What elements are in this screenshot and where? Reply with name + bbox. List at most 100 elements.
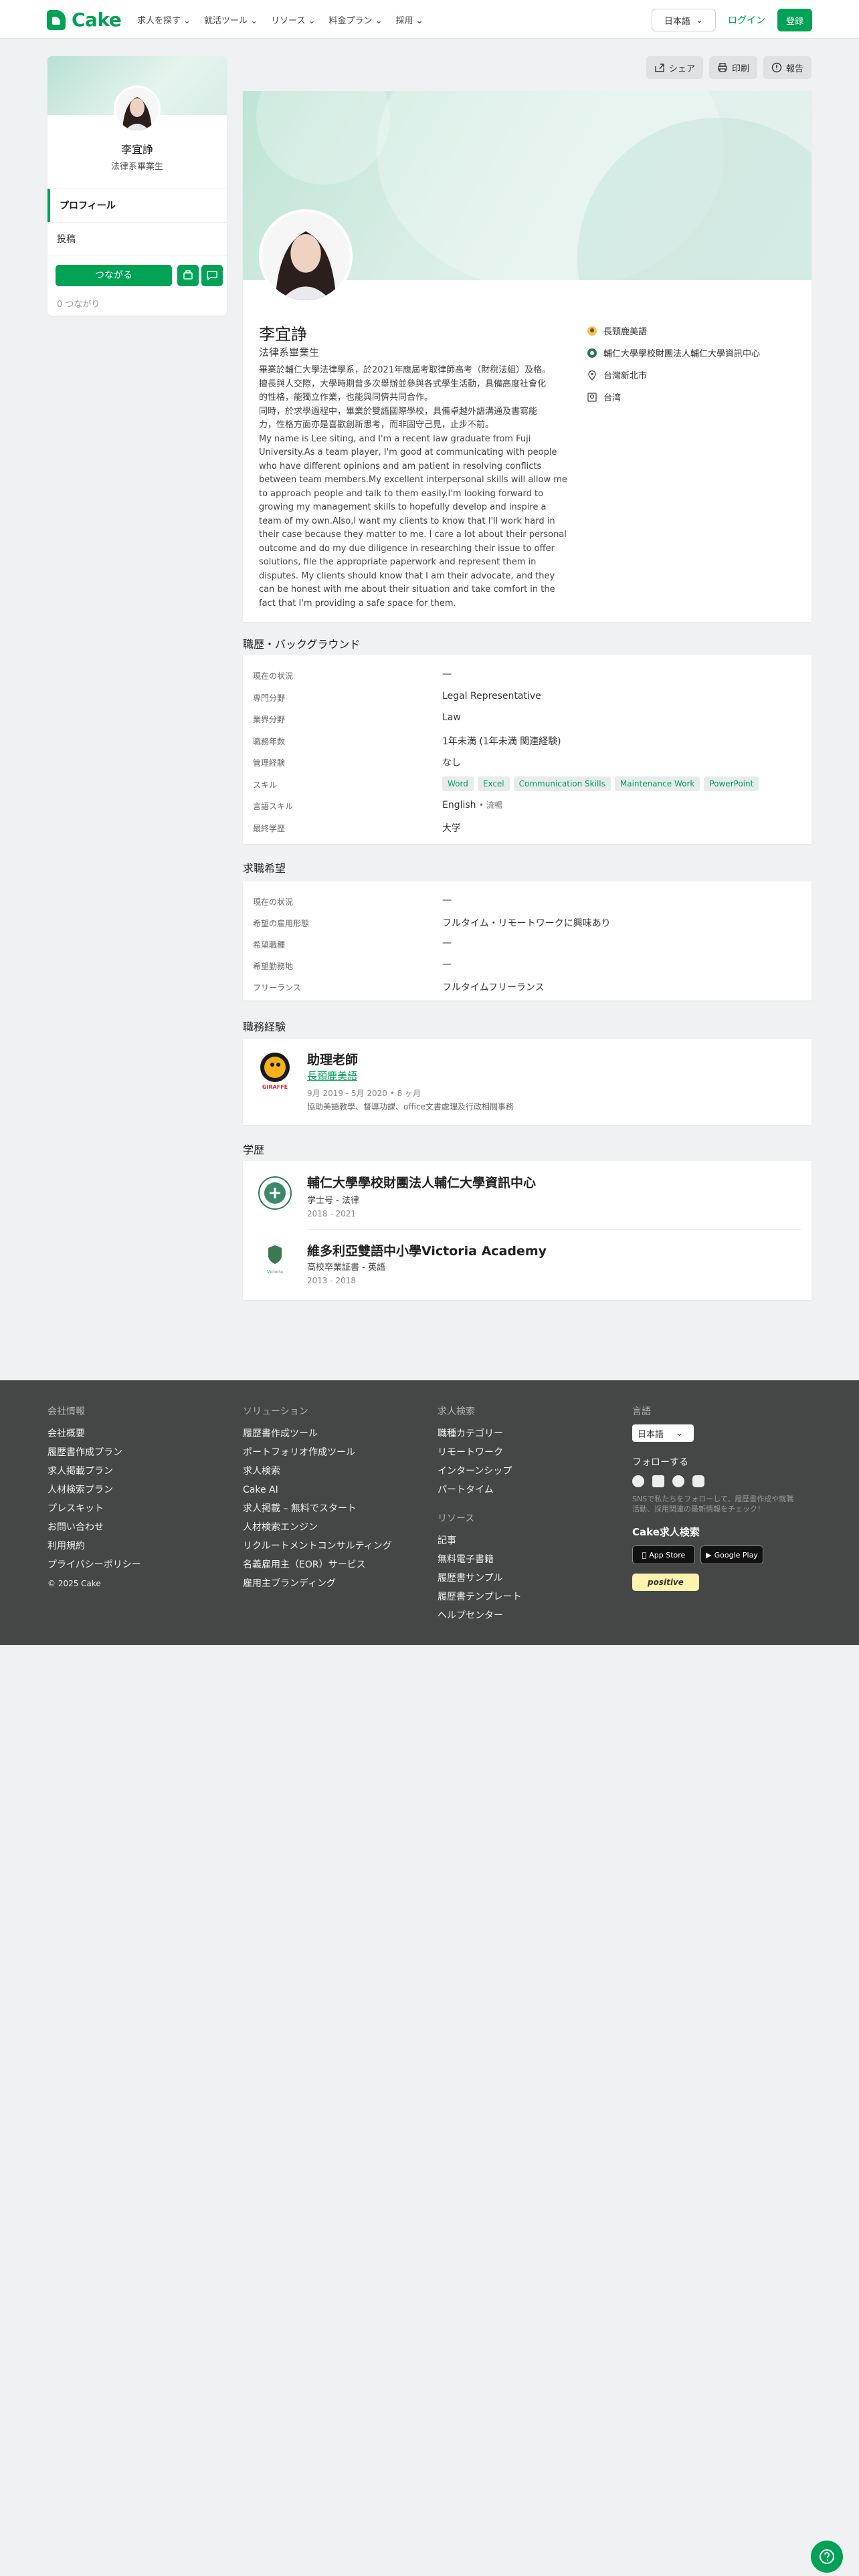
google-play-button[interactable]: ▶ Google Play <box>700 1545 763 1564</box>
skill-tag: Maintenance Work <box>614 776 700 791</box>
bio-line: to approach people and talk to them easi… <box>259 488 544 499</box>
linkedin-icon[interactable] <box>652 1475 664 1487</box>
report-button[interactable]: 報告 <box>763 56 812 79</box>
bio-line: can be honest with me about their situat… <box>259 584 555 595</box>
app-store-button[interactable]: App Store <box>632 1545 695 1564</box>
field-value: Legal Representative <box>442 690 541 702</box>
message-button[interactable] <box>201 265 223 286</box>
passport-icon <box>587 392 597 402</box>
profile-card: 李宜諍 法律系畢業生 畢業於輔仁大學法律學系，於2021年應屆考取律師高考（財稅… <box>243 91 812 622</box>
field-label: 最終学歴 <box>253 823 286 833</box>
copyright: © 2025 Cake <box>47 1579 101 1588</box>
cake-logo[interactable]: Cake <box>47 9 122 31</box>
company-logo: GIRAFFE <box>258 1051 292 1093</box>
divider <box>307 1229 801 1230</box>
help-button[interactable] <box>811 2541 843 2573</box>
menu-resources[interactable]: リソース ⌄ <box>271 13 315 26</box>
footer-link[interactable]: 無料電子書籍 <box>438 1550 522 1569</box>
field-label: 管理経験 <box>253 758 286 768</box>
footer-link[interactable]: 求人掲載プラン <box>47 1462 141 1481</box>
footer-link[interactable]: お問い合わせ <box>47 1518 141 1537</box>
footer-heading: リソース <box>438 1513 475 1524</box>
footer-link[interactable]: プレスキット <box>47 1499 141 1518</box>
play-icon: ▶ <box>706 1550 712 1560</box>
tab-posts[interactable]: 投稿 <box>47 222 227 255</box>
bio-line: My name is Lee siting, and I'm a recent … <box>259 433 531 444</box>
svg-text:Victoria: Victoria <box>266 1270 283 1275</box>
field-value: フルタイムフリーランス <box>442 982 545 993</box>
footer-link[interactable]: ヘルプセンター <box>438 1606 522 1625</box>
job-title: 助理老師 <box>307 1053 359 1067</box>
briefcase-button[interactable] <box>177 265 199 286</box>
field-value: — <box>442 895 452 905</box>
footer-link[interactable]: 履歴書作成ツール <box>243 1424 392 1443</box>
field-value: なし <box>442 758 461 768</box>
job-dates: 9月 2019 - 5月 2020 • 8 ヶ月 <box>307 1089 421 1098</box>
top-nav: Cake 求人を探す ⌄ 就活ツール ⌄ リソース ⌄ 料金プラン ⌄ 採用 ⌄… <box>0 0 859 39</box>
bio-line: University.As a team player, I'm good at… <box>259 447 557 457</box>
footer-link[interactable]: 雇用主ブランディング <box>243 1574 392 1593</box>
brand-name: Cake <box>72 9 122 31</box>
profile-avatar <box>259 209 353 303</box>
bio-line: solutions, file the appropriate paperwor… <box>259 557 537 567</box>
skill-tags: Word Excel Communication Skills Maintenance… <box>442 776 759 791</box>
instagram-icon[interactable] <box>692 1475 704 1487</box>
field-label: 希望勤務地 <box>253 962 294 971</box>
footer-link[interactable]: 求人掲載 – 無料でスタート <box>243 1499 392 1518</box>
footer-link[interactable]: リモートワーク <box>438 1443 522 1462</box>
follow-note: SNSで私たちをフォローして、履歴書作成や就職活動、採用関連の最新情報をチェック… <box>632 1495 794 1513</box>
fact-school: 輔仁大學學校財團法人輔仁大學資訊中心 <box>587 342 760 364</box>
bio-line: their case because they matter to me. I … <box>259 530 567 540</box>
footer-link[interactable]: 職種カテゴリー <box>438 1424 522 1443</box>
education-card: 輔仁大學學校財團法人輔仁大學資訊中心 学士号 - 法律 2018 - 2021 … <box>243 1161 812 1300</box>
briefcase-icon <box>183 270 193 280</box>
facebook-icon[interactable] <box>672 1475 684 1487</box>
footer-link[interactable]: 名義雇用主（EOR）サービス <box>243 1555 392 1574</box>
footer-link[interactable]: パートタイム <box>438 1481 522 1499</box>
field-label: スキル <box>253 780 278 790</box>
footer-company-col: 会社情報 会社概要 履歴書作成プラン 求人掲載プラン 人材検索プラン プレスキット お問い… <box>47 1404 141 1593</box>
footer-link[interactable]: 人材検索エンジン <box>243 1518 392 1537</box>
footer-link[interactable]: 履歴書作成プラン <box>47 1443 141 1462</box>
profile-actions: シェア 印刷 報告 <box>646 56 812 79</box>
bio-line: who have different opinions and am patie… <box>259 461 542 471</box>
field-label: 職務年数 <box>253 736 286 746</box>
printer-icon <box>718 63 727 72</box>
job-description: 協助美語教學、督導功課、office文書處理及行政相關事務 <box>307 1102 514 1111</box>
footer-link[interactable]: インターンシップ <box>438 1462 522 1481</box>
connect-button[interactable]: つながる <box>56 265 172 286</box>
footer-link[interactable]: 履歴書サンプル <box>438 1569 522 1588</box>
footer-link[interactable]: 記事 <box>438 1531 522 1550</box>
bio-line: 同時，於求學過程中，畢業於雙語國際學校，具備卓越外語溝通及書寫能 <box>259 406 538 417</box>
menu-pricing[interactable]: 料金プラン ⌄ <box>328 13 382 26</box>
footer-link[interactable]: ポートフォリオ作成ツール <box>243 1443 392 1462</box>
footer-link[interactable]: プライバシーポリシー <box>47 1555 141 1574</box>
bio-line: fact that I'm providing a safe space for… <box>259 598 456 609</box>
print-button[interactable]: 印刷 <box>708 56 757 79</box>
medium-icon[interactable] <box>632 1475 644 1487</box>
sidebar-profile-card: 李宜諍 法律系畢業生 プロフィール 投稿 つながる 0 つながり <box>47 56 227 316</box>
menu-tools[interactable]: 就活ツール ⌄ <box>204 13 258 26</box>
tab-profile[interactable]: プロフィール <box>47 189 227 222</box>
bio-line: growing my management skills to hopefull… <box>259 502 547 512</box>
signup-button[interactable]: 登録 <box>777 9 812 31</box>
footer-language-select[interactable]: 日本語 ⌄ <box>632 1424 694 1442</box>
footer-link[interactable]: 履歴書テンプレート <box>438 1588 522 1606</box>
footer-link[interactable]: 会社概要 <box>47 1424 141 1443</box>
field-value: — <box>442 959 452 970</box>
menu-hiring[interactable]: 採用 ⌄ <box>396 13 423 26</box>
company-link[interactable]: 長頸鹿美語 <box>307 1069 357 1083</box>
field-value: — <box>442 669 452 679</box>
field-label: 希望職種 <box>253 940 286 950</box>
footer-link[interactable]: 求人検索 <box>243 1462 392 1481</box>
share-button[interactable]: シェア <box>646 56 703 79</box>
footer-link[interactable]: 人材検索プラン <box>47 1481 141 1499</box>
footer-link[interactable]: 利用規約 <box>47 1537 141 1555</box>
footer-link[interactable]: Cake AI <box>243 1481 392 1499</box>
profile-title: 法律系畢業生 <box>259 346 320 358</box>
footer-link[interactable]: リクルートメントコンサルティング <box>243 1537 392 1555</box>
language-select[interactable]: 日本語 ⌄ <box>652 9 716 31</box>
skill-tag: Excel <box>477 776 510 791</box>
menu-jobs[interactable]: 求人を探す ⌄ <box>137 13 191 26</box>
login-link[interactable]: ログイン <box>728 13 765 27</box>
